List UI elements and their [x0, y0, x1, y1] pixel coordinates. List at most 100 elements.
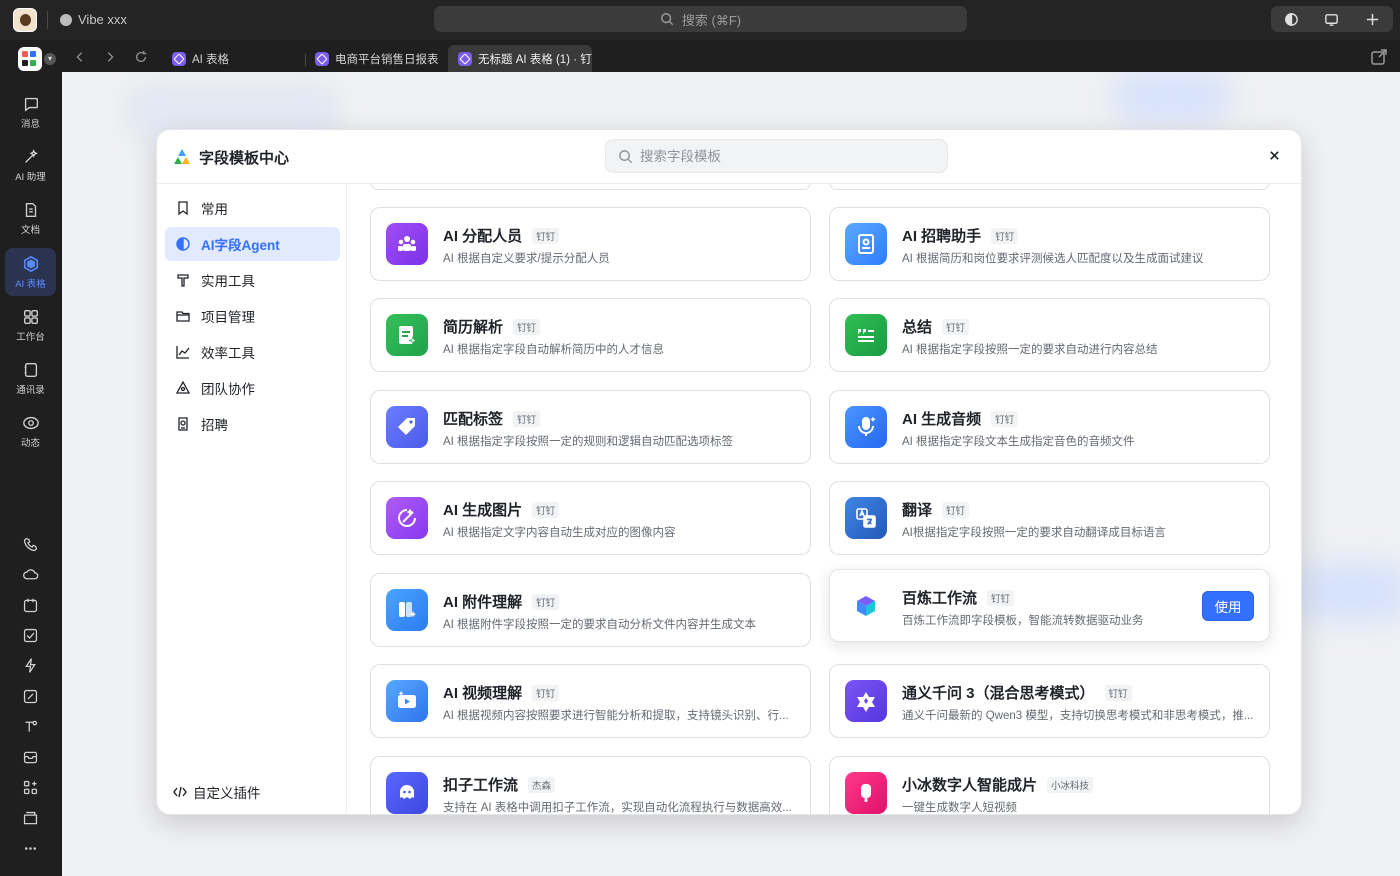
card-title: 翻译: [902, 502, 933, 519]
category-team[interactable]: 团队协作: [165, 371, 340, 405]
sidebar-calendar-button[interactable]: [20, 595, 40, 615]
open-window-icon[interactable]: [1370, 48, 1388, 66]
sidebar-more-button[interactable]: [20, 838, 40, 858]
card-title-row: 简历解析 钉钉: [443, 316, 541, 337]
card-description: AI 根据简历和岗位要求评测候选人匹配度以及生成面试建议: [902, 253, 1204, 265]
category-label: 招聘: [201, 418, 228, 433]
ai-table-icon: [172, 51, 186, 66]
modal-header: 字段模板中心: [157, 130, 1301, 184]
workspace-switch-caret[interactable]: ▾: [44, 53, 56, 65]
template-card-ai-image[interactable]: AI 生成图片 钉钉 AI 根据指定文字内容自动生成对应的图像内容: [370, 481, 811, 555]
user-avatar[interactable]: [13, 8, 37, 32]
sidebar-item-label: 动态: [20, 437, 40, 449]
template-card-ai-video[interactable]: AI 视频理解 钉钉 AI 根据视频内容按照要求进行智能分析和提取，支持镜头识别…: [370, 664, 811, 738]
sidebar-cloud-button[interactable]: [20, 564, 40, 584]
card-title-row: AI 生成音频 钉钉: [902, 408, 1019, 429]
app-title-label: Vibe xxx: [78, 12, 127, 27]
template-card-ai-assign[interactable]: AI 分配人员 钉钉 AI 根据自定义要求/提示分配人员: [370, 207, 811, 281]
template-search-field[interactable]: [605, 139, 948, 173]
sidebar-mail-button[interactable]: [20, 747, 40, 767]
theme-toggle-button[interactable]: [1281, 9, 1301, 29]
card-provider-tag: 钉钉: [532, 593, 560, 610]
back-button[interactable]: [70, 47, 90, 67]
template-search-input[interactable]: [640, 148, 920, 164]
sidebar-item-contacts[interactable]: 通讯录: [5, 354, 56, 402]
sidebar-phone-button[interactable]: [20, 534, 40, 554]
close-button[interactable]: [1263, 144, 1285, 166]
sidebar-flash-button[interactable]: [20, 655, 40, 675]
sidebar-note-button[interactable]: [20, 686, 40, 706]
folder-icon: [23, 811, 37, 824]
image-gen-icon: [386, 497, 428, 539]
tab-sales-report[interactable]: 电商平台销售日报表: [305, 45, 441, 72]
mail-icon: [23, 751, 37, 763]
card-title-row: AI 招聘助手 钉钉: [902, 225, 1019, 246]
template-card-summary[interactable]: 总结 钉钉 AI 根据指定字段按照一定的要求自动进行内容总结: [829, 298, 1270, 372]
screen-share-button[interactable]: [1322, 9, 1342, 29]
sidebar-item-label: AI 表格: [15, 278, 46, 290]
template-card-ai-recruit[interactable]: AI 招聘助手 钉钉 AI 根据简历和岗位要求评测候选人匹配度以及生成面试建议: [829, 207, 1270, 281]
template-card-ai-audio[interactable]: AI 生成音频 钉钉 AI 根据指定字段文本生成指定音色的音频文件: [829, 390, 1270, 464]
code-icon: [173, 786, 187, 798]
category-common[interactable]: 常用: [165, 191, 340, 225]
sidebar-item-workbench[interactable]: 工作台: [5, 301, 56, 349]
category-label: 团队协作: [201, 382, 255, 397]
category-label: 效率工具: [201, 346, 255, 361]
tab-bar: AI 表格 电商平台销售日报表 无标题 AI 表格 (1) · 钉: [62, 42, 1400, 72]
template-card-match-tag[interactable]: 匹配标签 钉钉 AI 根据指定字段按照一定的规则和逻辑自动匹配选项标签: [370, 390, 811, 464]
half-circle-icon: [1285, 12, 1298, 26]
category-project[interactable]: 项目管理: [165, 299, 340, 333]
card-title-row: 通义千问 3（混合思考模式） 钉钉: [902, 682, 1132, 703]
sidebar-text-tool-button[interactable]: [20, 716, 40, 736]
template-card-partial[interactable]: [829, 184, 1270, 190]
workspace-logo[interactable]: [18, 47, 42, 71]
category-efficiency[interactable]: 效率工具: [165, 335, 340, 369]
custom-plugin-link[interactable]: 自定义插件: [173, 782, 261, 802]
sidebar-apps-button[interactable]: [20, 777, 40, 797]
global-search-bar[interactable]: 搜索 (⌘F): [434, 6, 967, 32]
category-utility[interactable]: 实用工具: [165, 263, 340, 297]
card-provider-tag: 钉钉: [532, 227, 560, 244]
mic-icon: [845, 406, 887, 448]
template-card-ai-attachment[interactable]: AI 附件理解 钉钉 AI 根据附件字段按照一定的要求自动分析文件内容并生成文本: [370, 573, 811, 647]
card-title-row: AI 分配人员 钉钉: [443, 225, 560, 246]
template-card-bailian-workflow[interactable]: 百炼工作流 钉钉 百炼工作流即字段模板，智能流转数据驱动业务 使用: [829, 569, 1270, 642]
card-provider-tag: 钉钉: [513, 318, 541, 335]
card-provider-tag: 钉钉: [532, 684, 560, 701]
card-description: AI 根据指定字段按照一定的要求自动进行内容总结: [902, 344, 1158, 356]
card-provider-tag: 钉钉: [532, 501, 560, 518]
new-button[interactable]: [1363, 9, 1383, 29]
template-card-resume-parse[interactable]: 简历解析 钉钉 AI 根据指定字段自动解析简历中的人才信息: [370, 298, 811, 372]
category-recruit[interactable]: 招聘: [165, 407, 340, 441]
sidebar-item-ai-table[interactable]: AI 表格: [5, 248, 56, 296]
forward-button[interactable]: [100, 47, 120, 67]
sidebar-todo-button[interactable]: [20, 625, 40, 645]
refresh-button[interactable]: [131, 47, 151, 67]
workbench-icon: [23, 309, 38, 324]
use-template-button[interactable]: 使用: [1202, 591, 1254, 621]
sidebar-item-messages[interactable]: 消息: [5, 88, 56, 136]
category-ai-agent[interactable]: AI字段Agent: [165, 227, 340, 261]
template-card-qwen3[interactable]: 通义千问 3（混合思考模式） 钉钉 通义千问最新的 Qwen3 模型，支持切换思…: [829, 664, 1270, 738]
document-icon: [25, 202, 36, 217]
note-icon: [23, 689, 37, 703]
sidebar-folder-button[interactable]: [20, 808, 40, 828]
sidebar-item-docs[interactable]: 文档: [5, 194, 56, 242]
todo-icon: [23, 628, 37, 642]
tab-ai-table[interactable]: AI 表格: [162, 45, 302, 72]
window-controls: [1271, 6, 1393, 32]
app-title[interactable]: Vibe xxx: [60, 12, 127, 27]
apps-icon: [23, 780, 37, 794]
activity-icon: [22, 416, 39, 429]
card-title-row: AI 视频理解 钉钉: [443, 682, 560, 703]
template-card-partial[interactable]: [370, 184, 811, 190]
sidebar-item-ai-assistant[interactable]: AI 助理: [5, 141, 56, 189]
card-title-row: AI 附件理解 钉钉: [443, 591, 560, 612]
sidebar-item-activity[interactable]: 动态: [5, 407, 56, 455]
template-card-translate[interactable]: 翻译 钉钉 AI根据指定字段按照一定的要求自动翻译成目标语言: [829, 481, 1270, 555]
card-title-row: 扣子工作流 杰森: [443, 774, 556, 795]
card-title: 小冰数字人智能成片: [902, 777, 1038, 794]
template-card-coze-workflow[interactable]: 扣子工作流 杰森 支持在 AI 表格中调用扣子工作流，实现自动化流程执行与数据高…: [370, 756, 811, 814]
template-card-xiaobing[interactable]: 小冰数字人智能成片 小冰科技 一键生成数字人短视频: [829, 756, 1270, 814]
tab-untitled-table[interactable]: 无标题 AI 表格 (1) · 钉: [448, 45, 592, 72]
